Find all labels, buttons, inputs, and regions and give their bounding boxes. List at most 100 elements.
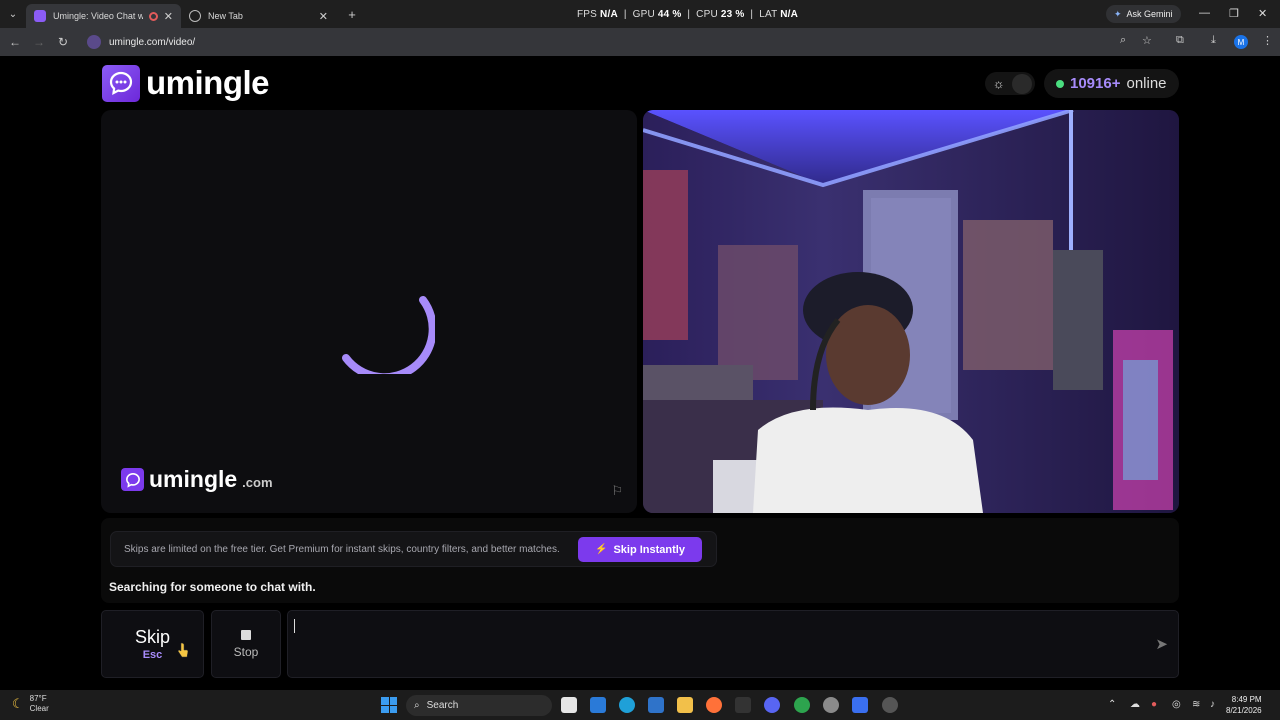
lat-label: LAT bbox=[759, 9, 778, 20]
umingle-watermark: umingle .com bbox=[121, 466, 273, 493]
lat-value: N/A bbox=[780, 9, 799, 20]
clock-time: 8:49 PM bbox=[1231, 695, 1262, 704]
settings-gear-icon[interactable] bbox=[823, 697, 839, 713]
back-arrow-icon[interactable]: ← bbox=[3, 35, 27, 49]
message-input[interactable]: ➤ bbox=[287, 610, 1179, 678]
taskbar-search[interactable]: ⌕ Search bbox=[406, 695, 552, 716]
ask-gemini-label: Ask Gemini bbox=[1126, 9, 1173, 19]
skip-instantly-button[interactable]: ⚡ Skip Instantly bbox=[578, 537, 702, 562]
close-tab-icon[interactable]: ✕ bbox=[164, 10, 173, 23]
connection-status: Searching for someone to chat with. bbox=[109, 580, 316, 594]
site-logo[interactable]: umingle bbox=[102, 64, 270, 102]
close-tab-icon[interactable]: ✕ bbox=[319, 10, 328, 23]
discord-icon[interactable] bbox=[764, 697, 780, 713]
sun-icon: ☼ bbox=[992, 76, 1005, 91]
zoom-icon[interactable]: ⌕ bbox=[1120, 34, 1126, 47]
stop-square-icon bbox=[241, 629, 251, 640]
gpu-label: GPU bbox=[632, 9, 655, 20]
skip-label: Skip bbox=[134, 627, 170, 647]
tab-umingle[interactable]: Umingle: Video Chat with St ✕ bbox=[26, 4, 181, 28]
lightning-icon: ⚡ bbox=[595, 544, 608, 555]
file-explorer-icon[interactable] bbox=[677, 697, 693, 713]
online-dot-icon bbox=[1056, 79, 1064, 88]
online-counter: 10916+ online bbox=[1044, 69, 1179, 98]
extensions-icon[interactable]: ⧉ bbox=[1176, 34, 1184, 47]
firefox-icon[interactable] bbox=[706, 697, 722, 713]
notice-text: Skips are limited on the free tier. Get … bbox=[124, 543, 560, 555]
task-view-icon[interactable] bbox=[561, 697, 577, 713]
sparkle-icon: ✦ bbox=[1114, 8, 1122, 19]
recording-indicator-icon bbox=[148, 11, 158, 21]
forward-arrow-icon[interactable]: → bbox=[27, 35, 51, 49]
tab-title: Umingle: Video Chat with St bbox=[53, 11, 143, 21]
bookmark-star-icon[interactable]: ☆ bbox=[1142, 34, 1152, 47]
address-bar-row: ← → ↻ umingle.com/video/ bbox=[0, 28, 1280, 56]
performance-overlay: FPS N/A | GPU 44 % | CPU 23 % | LAT N/A bbox=[577, 9, 799, 20]
toggle-knob bbox=[1012, 73, 1032, 94]
cpu-label: CPU bbox=[696, 9, 718, 20]
gpu-value: 44 % bbox=[657, 9, 682, 20]
url-text[interactable]: umingle.com/video/ bbox=[109, 37, 195, 48]
new-tab-plus-icon[interactable]: + bbox=[340, 7, 364, 22]
watermark-wordmark: umingle bbox=[149, 466, 238, 492]
chrome-icon[interactable] bbox=[794, 697, 810, 713]
epic-games-icon[interactable] bbox=[735, 697, 751, 713]
edge-icon[interactable] bbox=[619, 697, 635, 713]
new-tab-favicon-icon bbox=[189, 10, 201, 22]
outlook-icon[interactable] bbox=[590, 697, 606, 713]
page-content: umingle ☼ 10916+ online umingle .com ⚐ S… bbox=[0, 56, 1280, 690]
loading-spinner-icon bbox=[342, 296, 435, 374]
wifi-icon[interactable]: ≋ bbox=[1192, 699, 1200, 710]
fps-label: FPS bbox=[577, 9, 598, 20]
volume-icon[interactable]: ♪ bbox=[1210, 699, 1215, 710]
system-clock[interactable]: 8:49 PM 8/21/2026 bbox=[1226, 694, 1262, 716]
onedrive-icon[interactable]: ☁ bbox=[1130, 699, 1140, 710]
skip-button[interactable]: Skip Esc bbox=[101, 610, 204, 678]
restore-icon[interactable]: ❐ bbox=[1229, 7, 1239, 20]
site-info-icon[interactable] bbox=[87, 35, 101, 49]
tab-new-tab[interactable]: New Tab ✕ bbox=[181, 4, 336, 28]
online-label: online bbox=[1126, 75, 1167, 92]
browser-menu-icon[interactable]: ⋮ bbox=[1262, 34, 1273, 47]
tab-search-menu-icon[interactable]: ⌄ bbox=[0, 0, 26, 28]
tray-overflow-icon[interactable]: ⌃ bbox=[1108, 699, 1116, 710]
windows-taskbar: ☾ 87°F Clear ⌕ Search ⌃ ☁ ● ◎ ≋ ♪ 8:49 P… bbox=[0, 690, 1280, 720]
obs-icon[interactable] bbox=[882, 697, 898, 713]
stop-button[interactable]: Stop bbox=[211, 610, 281, 678]
omnibox[interactable]: umingle.com/video/ bbox=[87, 35, 195, 49]
skip-shortcut: Esc bbox=[142, 649, 163, 661]
store-icon[interactable] bbox=[648, 697, 664, 713]
weather-desc: Clear bbox=[29, 704, 49, 713]
search-icon: ⌕ bbox=[414, 700, 420, 711]
microphone-icon[interactable]: ● bbox=[1151, 699, 1157, 710]
app-icon[interactable] bbox=[852, 697, 868, 713]
taskbar-search-label: Search bbox=[426, 700, 459, 711]
moon-icon: ☾ bbox=[12, 696, 24, 711]
fps-value: N/A bbox=[600, 9, 618, 20]
send-arrow-icon[interactable]: ➤ bbox=[1155, 635, 1168, 653]
umingle-favicon-icon bbox=[34, 10, 46, 22]
report-flag-icon[interactable]: ⚐ bbox=[611, 483, 623, 499]
chat-bubble-logo-icon bbox=[102, 64, 140, 102]
logo-wordmark: umingle bbox=[146, 64, 270, 101]
weather-temp: 87°F bbox=[29, 694, 47, 703]
online-count: 10916+ bbox=[1070, 75, 1121, 92]
tab-title: New Tab bbox=[208, 11, 243, 21]
skip-instantly-label: Skip Instantly bbox=[613, 543, 685, 556]
location-icon[interactable]: ◎ bbox=[1172, 699, 1181, 710]
weather-widget[interactable]: ☾ 87°F Clear bbox=[12, 694, 49, 714]
chat-log-area: Skips are limited on the free tier. Get … bbox=[101, 518, 1179, 603]
windows-start-icon[interactable] bbox=[381, 697, 397, 713]
cpu-value: 23 % bbox=[720, 9, 745, 20]
watermark-suffix: .com bbox=[242, 475, 273, 490]
close-window-icon[interactable]: ✕ bbox=[1258, 7, 1267, 20]
clock-date: 8/21/2026 bbox=[1226, 706, 1262, 715]
downloads-icon[interactable]: ⤓ bbox=[1211, 34, 1216, 47]
profile-avatar[interactable]: M bbox=[1234, 35, 1248, 49]
reload-icon[interactable]: ↻ bbox=[51, 35, 75, 49]
theme-toggle[interactable]: ☼ bbox=[985, 72, 1035, 95]
stop-label: Stop bbox=[233, 644, 259, 659]
minimize-icon[interactable]: — bbox=[1199, 7, 1210, 19]
free-tier-notice: Skips are limited on the free tier. Get … bbox=[110, 531, 717, 567]
ask-gemini-button[interactable]: ✦ Ask Gemini bbox=[1106, 5, 1181, 23]
